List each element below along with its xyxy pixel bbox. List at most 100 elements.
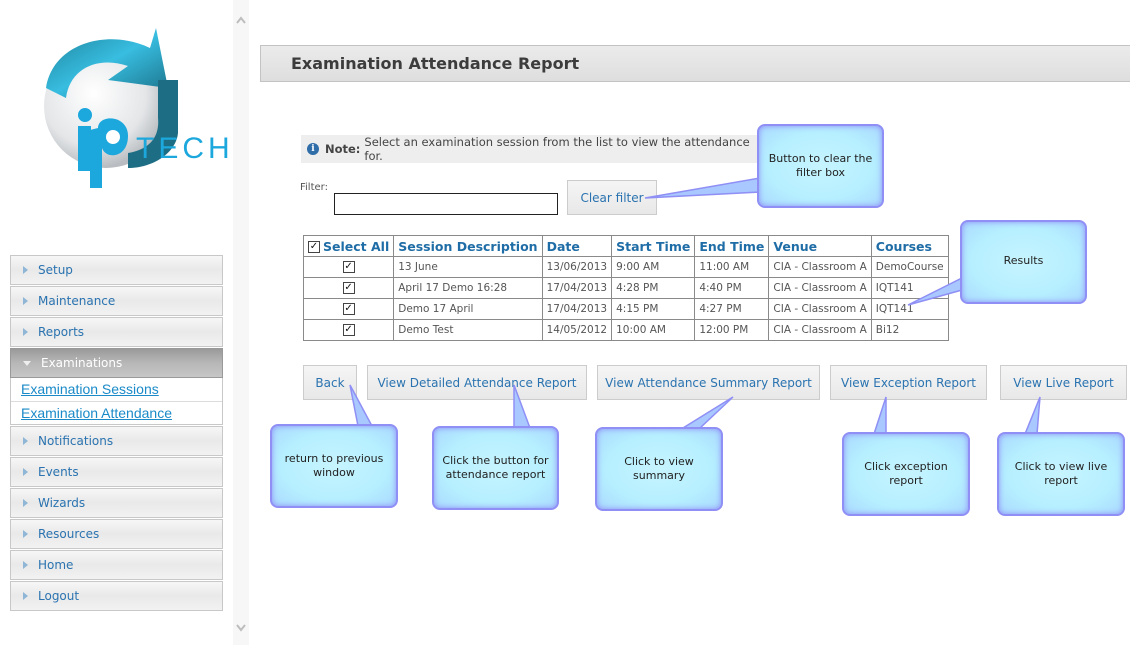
- table-header-row: ✓ Select All Session Description Date Sta…: [302, 235, 949, 257]
- sidebar-item-label: Maintenance: [38, 294, 116, 308]
- cell-date: 14/05/2012: [541, 319, 613, 341]
- examinations-submenu: Examination Sessions Examination Attenda…: [10, 378, 223, 425]
- table-row[interactable]: ✓ Demo Test 14/05/2012 10:00 AM 12:00 PM…: [302, 319, 949, 341]
- table-row[interactable]: ✓ April 17 Demo 16:28 17/04/2013 4:28 PM…: [302, 277, 949, 299]
- callout-tail-clear-filter: [644, 177, 761, 199]
- sidebar-item-wizards[interactable]: Wizards: [10, 488, 223, 518]
- filter-input[interactable]: [334, 193, 558, 215]
- cell-venue: CIA - Classroom A: [768, 319, 872, 341]
- sidebar-item-label: Logout: [38, 589, 80, 603]
- cell-date: 17/04/2013: [541, 277, 613, 299]
- callout-clear-filter: Button to clear the filter box: [757, 124, 884, 208]
- sidebar-item-examinations[interactable]: Examinations: [10, 348, 223, 378]
- page-title: Examination Attendance Report: [291, 54, 580, 73]
- select-all-header[interactable]: ✓ Select All: [302, 235, 395, 257]
- cell-venue: CIA - Classroom A: [768, 298, 872, 320]
- sessions-table: ✓ Select All Session Description Date Sta…: [302, 235, 949, 341]
- sidebar-item-maintenance[interactable]: Maintenance: [10, 286, 223, 316]
- callout-results: Results: [960, 220, 1087, 304]
- callout-tail-live: [1023, 396, 1041, 435]
- svg-text:TECH: TECH: [136, 132, 234, 165]
- row-checkbox[interactable]: ✓: [342, 282, 355, 294]
- sidebar-item-reports[interactable]: Reports: [10, 317, 223, 347]
- sidebar-item-events[interactable]: Events: [10, 457, 223, 487]
- column-header-date[interactable]: Date: [541, 235, 613, 257]
- view-exception-report-button[interactable]: View Exception Report: [830, 365, 987, 400]
- view-live-report-button[interactable]: View Live Report: [1000, 365, 1127, 400]
- row-select-cell: ✓: [302, 256, 395, 278]
- row-select-cell: ✓: [302, 319, 395, 341]
- sidebar-item-logout[interactable]: Logout: [10, 581, 223, 611]
- sidebar-item-label: Resources: [38, 527, 100, 541]
- column-header-start-time[interactable]: Start Time: [611, 235, 696, 257]
- clear-filter-button[interactable]: Clear filter: [567, 180, 657, 215]
- callout-back: return to previous window: [270, 424, 398, 508]
- logo-graphic: TECH: [44, 28, 234, 188]
- sidebar-item-label: Events: [38, 465, 79, 479]
- sidebar-item-label: Setup: [38, 263, 73, 277]
- table-row[interactable]: ✓ 13 June 13/06/2013 9:00 AM 11:00 AM CI…: [302, 256, 949, 278]
- chevron-right-icon: [23, 561, 28, 569]
- chevron-down-icon: [23, 360, 31, 366]
- note-label: Note:: [324, 142, 361, 156]
- table-row[interactable]: ✓ Demo 17 April 17/04/2013 4:15 PM 4:27 …: [302, 298, 949, 320]
- callout-summary: Click to view summary: [595, 427, 723, 511]
- callout-tail-exception: [872, 396, 887, 435]
- sidebar-item-label: Wizards: [38, 496, 86, 510]
- cell-end-time: 4:27 PM: [694, 298, 770, 320]
- info-note: i Note: Select an examination session fr…: [301, 135, 771, 163]
- callout-detailed: Click the button for attendance report: [432, 426, 559, 510]
- chevron-right-icon: [23, 499, 28, 507]
- cell-start-time: 4:15 PM: [611, 298, 696, 320]
- row-checkbox[interactable]: ✓: [342, 261, 355, 273]
- iptech-logo: TECH: [28, 18, 238, 198]
- callout-exception: Click exception report: [842, 432, 970, 516]
- sidebar: TECH Setup Maintenance Reports Examinati…: [0, 0, 233, 645]
- scroll-up-icon[interactable]: [236, 16, 246, 26]
- view-detailed-attendance-report-button[interactable]: View Detailed Attendance Report: [367, 365, 587, 400]
- column-header-end-time[interactable]: End Time: [694, 235, 770, 257]
- column-header-courses[interactable]: Courses: [870, 235, 949, 257]
- row-checkbox[interactable]: ✓: [342, 303, 355, 315]
- chevron-right-icon: [23, 437, 28, 445]
- chevron-right-icon: [23, 468, 28, 476]
- cell-end-time: 12:00 PM: [694, 319, 770, 341]
- sidebar-item-label: Home: [38, 558, 74, 572]
- cell-date: 17/04/2013: [541, 298, 613, 320]
- sidebar-item-setup[interactable]: Setup: [10, 255, 223, 285]
- cell-courses: DemoCourse: [870, 256, 949, 278]
- row-checkbox[interactable]: ✓: [342, 324, 355, 336]
- info-icon: i: [307, 143, 319, 155]
- chevron-right-icon: [23, 530, 28, 538]
- view-attendance-summary-report-button[interactable]: View Attendance Summary Report: [597, 365, 820, 400]
- cell-courses: IQT141: [870, 298, 949, 320]
- submenu-link-examination-sessions[interactable]: Examination Sessions: [11, 378, 222, 401]
- sidebar-item-label: Reports: [38, 325, 85, 339]
- cell-session-description: Demo 17 April: [393, 298, 543, 320]
- note-text: Select an examination session from the l…: [364, 135, 750, 163]
- page-header: Examination Attendance Report: [260, 45, 1130, 82]
- cell-session-description: 13 June: [393, 256, 543, 278]
- select-all-checkbox[interactable]: ✓: [308, 241, 320, 253]
- chevron-right-icon: [23, 266, 28, 274]
- chevron-right-icon: [23, 592, 28, 600]
- scroll-down-icon[interactable]: [236, 624, 246, 634]
- chevron-right-icon: [23, 297, 28, 305]
- callout-tail-summary: [680, 396, 734, 429]
- sidebar-scrollbar[interactable]: [233, 0, 249, 645]
- back-button[interactable]: Back: [303, 365, 357, 400]
- submenu-link-examination-attendance[interactable]: Examination Attendance: [11, 401, 222, 424]
- sidebar-nav: Setup Maintenance Reports Examinations E…: [10, 255, 223, 612]
- cell-date: 13/06/2013: [541, 256, 613, 278]
- sidebar-item-resources[interactable]: Resources: [10, 519, 223, 549]
- sidebar-item-notifications[interactable]: Notifications: [10, 426, 223, 456]
- cell-venue: CIA - Classroom A: [768, 277, 872, 299]
- chevron-right-icon: [23, 328, 28, 336]
- cell-courses: Bi12: [870, 319, 949, 341]
- sidebar-item-home[interactable]: Home: [10, 550, 223, 580]
- column-header-venue[interactable]: Venue: [768, 235, 872, 257]
- column-header-session-description[interactable]: Session Description: [393, 235, 543, 257]
- filter-label: Filter:: [300, 182, 328, 193]
- cell-session-description: April 17 Demo 16:28: [393, 277, 543, 299]
- cell-end-time: 11:00 AM: [694, 256, 770, 278]
